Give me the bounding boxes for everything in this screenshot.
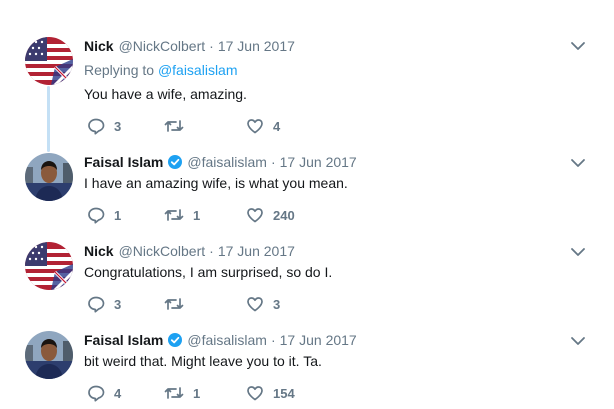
- reply-icon: [88, 385, 105, 402]
- verified-badge-icon: [168, 333, 183, 347]
- retweet-icon: [164, 387, 184, 399]
- tweet-header: Faisal Islam @faisalislam · 17 Jun 2017: [84, 331, 357, 349]
- reply-button[interactable]: 3: [87, 117, 121, 135]
- tweet-timestamp[interactable]: 17 Jun 2017: [218, 242, 295, 260]
- replying-to-link[interactable]: @faisalislam: [158, 62, 238, 78]
- display-name[interactable]: Nick: [84, 37, 114, 55]
- separator-dot: ·: [270, 154, 276, 170]
- tweet-text: You have a wife, amazing.: [84, 86, 247, 102]
- retweet-icon: [164, 209, 184, 221]
- tweet-text: I have an amazing wife, is what you mean…: [84, 175, 348, 191]
- retweet-count: 1: [193, 385, 201, 401]
- separator-dot: ·: [270, 332, 276, 348]
- retweet-icon: [164, 120, 184, 132]
- replying-to-label: Replying to: [84, 62, 155, 78]
- retweet-button[interactable]: [164, 295, 193, 313]
- display-name[interactable]: Faisal Islam: [84, 153, 163, 171]
- reply-button[interactable]: 3: [87, 295, 121, 313]
- tweet-header: Faisal Islam @faisalislam · 17 Jun 2017: [84, 153, 357, 171]
- retweet-button[interactable]: [164, 117, 193, 135]
- retweet-button[interactable]: 1: [164, 384, 200, 402]
- heart-icon: [247, 208, 263, 223]
- display-name[interactable]: Faisal Islam: [84, 331, 163, 349]
- tweet-text: bit weird that. Might leave you to it. T…: [84, 353, 322, 369]
- like-count: 240: [273, 207, 295, 223]
- tweet-header: Nick @NickColbert · 17 Jun 2017: [84, 242, 295, 260]
- avatar[interactable]: [25, 242, 73, 290]
- reply-button[interactable]: 4: [87, 384, 121, 402]
- like-count: 4: [273, 118, 281, 134]
- tweet-actions: 3 4: [84, 117, 484, 137]
- reply-button[interactable]: 1: [87, 206, 121, 224]
- like-button[interactable]: 4: [246, 117, 280, 135]
- chevron-down-icon[interactable]: [570, 246, 586, 258]
- reply-count: 3: [114, 118, 122, 134]
- reply-icon: [88, 118, 105, 135]
- verified-badge-icon: [168, 155, 183, 169]
- reply-count: 4: [114, 385, 122, 401]
- thread-connector-line: [47, 86, 50, 152]
- like-count: 3: [273, 296, 281, 312]
- tweet-timestamp[interactable]: 17 Jun 2017: [218, 37, 295, 55]
- retweet-button[interactable]: 1: [164, 206, 200, 224]
- chevron-down-icon[interactable]: [570, 40, 586, 52]
- like-button[interactable]: 154: [246, 384, 295, 402]
- chevron-down-icon[interactable]: [570, 157, 586, 169]
- reply-icon: [88, 296, 105, 313]
- heart-icon: [247, 119, 263, 134]
- chevron-down-icon[interactable]: [570, 335, 586, 347]
- tweet-timestamp[interactable]: 17 Jun 2017: [280, 153, 357, 171]
- user-handle[interactable]: @faisalislam: [187, 153, 267, 171]
- tweet-text: Congratulations, I am surprised, so do I…: [84, 264, 333, 280]
- reply-count: 1: [114, 207, 122, 223]
- avatar[interactable]: [25, 331, 73, 379]
- like-count: 154: [273, 385, 295, 401]
- tweet-timestamp[interactable]: 17 Jun 2017: [280, 331, 357, 349]
- retweet-count: 1: [193, 207, 201, 223]
- replying-to-line: Replying to @faisalislam: [84, 61, 238, 79]
- heart-icon: [247, 386, 263, 401]
- heart-icon: [247, 297, 263, 312]
- separator-dot: ·: [209, 243, 214, 259]
- reply-count: 3: [114, 296, 122, 312]
- separator-dot: ·: [209, 38, 214, 54]
- retweet-icon: [164, 298, 184, 310]
- user-handle[interactable]: @NickColbert: [119, 242, 206, 260]
- display-name[interactable]: Nick: [84, 242, 114, 260]
- reply-icon: [88, 207, 105, 224]
- tweet-actions: 1 1 240: [84, 206, 484, 226]
- like-button[interactable]: 3: [246, 295, 280, 313]
- user-handle[interactable]: @NickColbert: [119, 37, 206, 55]
- tweet-actions: 3 3: [84, 295, 484, 315]
- avatar[interactable]: [25, 37, 73, 85]
- like-button[interactable]: 240: [246, 206, 295, 224]
- user-handle[interactable]: @faisalislam: [187, 331, 267, 349]
- avatar[interactable]: [25, 153, 73, 201]
- tweet-actions: 4 1 154: [84, 384, 484, 404]
- tweet-header: Nick @NickColbert · 17 Jun 2017: [84, 37, 295, 55]
